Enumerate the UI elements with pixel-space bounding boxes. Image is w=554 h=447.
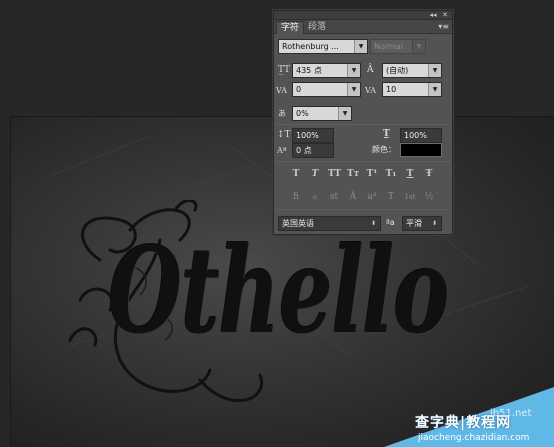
discretionary-ligature-button[interactable]: st (328, 191, 340, 203)
baseline-shift-input[interactable]: 0 点 (292, 143, 334, 158)
tsume-icon: あ (278, 109, 286, 118)
panel-tabbar: 字符 段落 ▾≡ (274, 20, 452, 34)
tab-character[interactable]: 字符 (276, 21, 305, 34)
baseline-shift-value: 0 点 (296, 146, 312, 155)
font-style-value: Normal (374, 42, 403, 51)
character-panel[interactable]: ◂◂ ✕ 字符 段落 ▾≡ Rothenburg ... ▼ Normal ▼ … (273, 10, 453, 235)
panel-menu-icon[interactable]: ▾≡ (438, 20, 449, 34)
font-style-select[interactable]: Normal ▼ (370, 39, 426, 54)
antialias-value: 平滑 (406, 219, 422, 228)
swash-button[interactable]: Ã (347, 191, 359, 203)
language-value: 英国英语 (282, 219, 314, 228)
chevron-updown-icon: ⬍ (367, 217, 380, 230)
font-size-select[interactable]: 435 点 ▼ (292, 63, 361, 78)
tsume-value: 0% (296, 109, 309, 118)
chevron-down-icon: ▼ (428, 64, 441, 77)
leading-icon: Â (367, 65, 374, 75)
horizontal-scale-value: 100% (404, 131, 427, 140)
color-label: 颜色： (372, 145, 396, 154)
tsume-select[interactable]: 0% ▼ (292, 106, 352, 121)
fractions-button[interactable]: ½ (423, 191, 435, 203)
font-size-value: 435 点 (296, 66, 322, 75)
chevron-down-icon: ▼ (347, 83, 360, 96)
faux-bold-button[interactable]: T (290, 168, 302, 180)
ordinals-button[interactable]: 1st (404, 191, 416, 203)
watermark-url: jiaocheng.chazidian.com (418, 433, 530, 443)
chevron-updown-icon: ⬍ (428, 217, 441, 230)
horizontal-scale-input[interactable]: 100% (400, 128, 442, 143)
font-family-value: Rothenburg ... (282, 42, 339, 51)
font-size-icon: T̲T (278, 65, 291, 75)
tab-paragraph[interactable]: 段落 (304, 21, 330, 34)
antialias-icon: ªa (386, 218, 395, 227)
horizontal-scale-icon: T̲ (383, 129, 390, 139)
watermark-title-part2: 教程网 (466, 415, 512, 431)
leading-value: (自动) (386, 66, 409, 75)
chevron-down-icon: ▼ (428, 83, 441, 96)
stylistic-alt-button[interactable]: aᵈ (366, 191, 378, 203)
baseline-shift-icon: Aª (277, 146, 287, 155)
language-select[interactable]: 英国英语 ⬍ (278, 216, 381, 231)
divider (275, 209, 451, 210)
small-caps-button[interactable]: Tт (347, 168, 359, 180)
antialias-select[interactable]: 平滑 ⬍ (402, 216, 442, 231)
watermark-title: 查字典|教程网 (415, 415, 512, 431)
ligature-button[interactable]: fi (290, 191, 302, 203)
underline-button[interactable]: T (404, 168, 416, 180)
chevron-down-icon: ▼ (347, 64, 360, 77)
vertical-scale-value: 100% (296, 131, 319, 140)
kerning-select[interactable]: 0 ▼ (292, 82, 361, 97)
chevron-down-icon: ▼ (412, 40, 425, 53)
chevron-down-icon: ▼ (354, 40, 367, 53)
watermark-title-part1: 查字典 (415, 415, 460, 431)
divider (275, 161, 451, 162)
panel-topbar[interactable]: ◂◂ ✕ (274, 11, 452, 20)
divider (275, 124, 451, 125)
all-caps-button[interactable]: TT (328, 168, 341, 180)
chevron-down-icon: ▼ (338, 107, 351, 120)
collapse-icon[interactable]: ◂◂ (428, 11, 438, 20)
kerning-value: 0 (296, 85, 302, 94)
tracking-select[interactable]: 10 ▼ (382, 82, 442, 97)
kerning-icon: VA (276, 86, 288, 95)
strikethrough-button[interactable]: Ŧ (423, 168, 435, 180)
vertical-scale-input[interactable]: 100% (292, 128, 334, 143)
font-family-select[interactable]: Rothenburg ... ▼ (278, 39, 368, 54)
titling-alt-button[interactable]: T (385, 191, 397, 203)
superscript-button[interactable]: T¹ (366, 168, 378, 180)
subscript-button[interactable]: T₁ (385, 168, 397, 180)
tracking-value: 10 (386, 85, 397, 94)
color-swatch[interactable] (400, 143, 442, 157)
othello-artwork-text: Othello (108, 221, 450, 360)
tracking-icon: VA (365, 86, 377, 95)
close-icon[interactable]: ✕ (440, 11, 450, 20)
faux-italic-button[interactable]: T (309, 168, 321, 180)
leading-select[interactable]: (自动) ▼ (382, 63, 442, 78)
contextual-alt-button[interactable]: ℴ (309, 191, 321, 203)
vertical-scale-icon: ↕T (277, 130, 291, 140)
